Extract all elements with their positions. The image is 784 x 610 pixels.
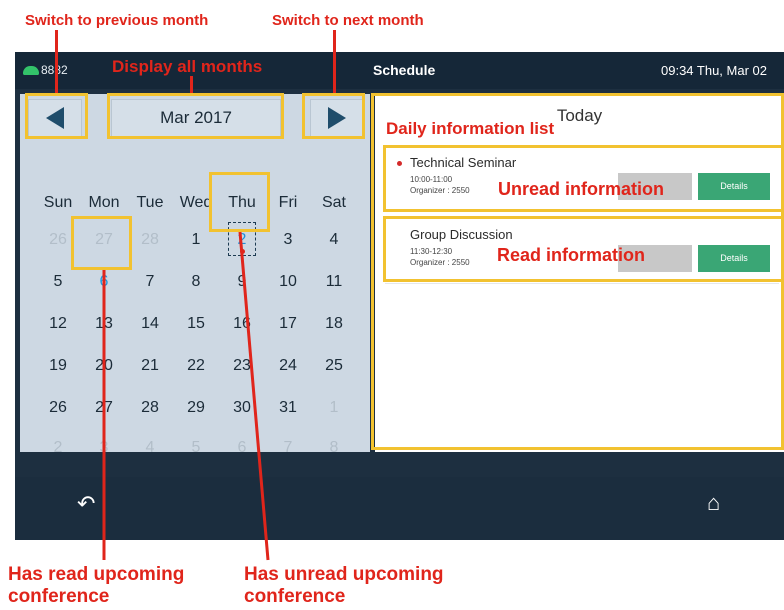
pointer-line-prev xyxy=(55,30,58,93)
weekday-label: Fri xyxy=(278,194,298,211)
calendar-day[interactable]: 30 xyxy=(222,395,262,421)
calendar-day[interactable]: 17 xyxy=(268,311,308,337)
annotation-has-read-line2: conference xyxy=(8,586,110,607)
phone-icon xyxy=(23,65,39,75)
calendar-day[interactable]: 23 xyxy=(222,353,262,379)
calendar-day[interactable]: 11 xyxy=(314,269,354,295)
calendar-day[interactable]: 21 xyxy=(130,353,170,379)
annotation-next-month: Switch to next month xyxy=(272,12,424,29)
status-extension: 8882 xyxy=(23,63,68,77)
annotation-has-unread: Has unread upcoming conference xyxy=(244,564,444,608)
calendar-day[interactable]: 1 xyxy=(314,395,354,421)
calendar-day[interactable]: 31 xyxy=(268,395,308,421)
back-arrow-icon[interactable]: ↶ xyxy=(77,491,95,517)
calendar-day[interactable]: 18 xyxy=(314,311,354,337)
calendar-day[interactable]: 24 xyxy=(268,353,308,379)
annotation-daily-list: Daily information list xyxy=(386,119,555,138)
calendar-day[interactable]: 13 xyxy=(84,311,124,337)
annotation-read-info: Read information xyxy=(497,245,646,265)
calendar-day[interactable]: 29 xyxy=(176,395,216,421)
annotation-has-unread-line2: conference xyxy=(244,586,346,607)
calendar-day[interactable]: 9 xyxy=(222,269,262,295)
status-time: 09:34 Thu, Mar 02 xyxy=(661,63,767,78)
calendar-day[interactable]: 14 xyxy=(130,311,170,337)
calendar-day[interactable]: 22 xyxy=(176,353,216,379)
annotation-prev-month: Switch to previous month xyxy=(25,12,209,29)
calendar-day[interactable]: 8 xyxy=(314,435,354,461)
calendar-day[interactable]: 4 xyxy=(130,435,170,461)
highlight-prev-button xyxy=(25,93,88,139)
calendar-day[interactable]: 28 xyxy=(130,227,170,253)
calendar-day[interactable]: 12 xyxy=(38,311,78,337)
calendar-day[interactable]: 2 xyxy=(38,435,78,461)
home-icon[interactable]: ⌂ xyxy=(707,490,720,516)
annotation-has-read: Has read upcoming conference xyxy=(8,564,184,608)
calendar-day[interactable]: 3 xyxy=(84,435,124,461)
calendar: Mar 2017 Sun Mon Tue Wed Thu Fri Sat 26 27 28 1 2 3… xyxy=(20,94,370,456)
annotation-display-all: Display all months xyxy=(112,57,263,76)
calendar-day[interactable]: 15 xyxy=(176,311,216,337)
unread-conference-dot xyxy=(240,249,245,254)
highlight-next-button xyxy=(302,93,365,139)
calendar-day[interactable]: 28 xyxy=(130,395,170,421)
weekday-label: Mon xyxy=(88,194,120,211)
highlight-month-selector xyxy=(107,93,284,139)
weekday-label: Sat xyxy=(321,194,346,211)
calendar-day[interactable]: 26 xyxy=(38,395,78,421)
calendar-day[interactable]: 8 xyxy=(176,269,216,295)
calendar-day[interactable]: 7 xyxy=(268,435,308,461)
screen-title: Schedule xyxy=(373,62,436,78)
highlight-read-day xyxy=(71,216,132,270)
calendar-day[interactable]: 7 xyxy=(130,269,170,295)
calendar-day[interactable]: 3 xyxy=(268,227,308,253)
bottom-bar: ↶ ⌂ xyxy=(15,477,784,540)
pointer-line-next xyxy=(333,30,336,93)
calendar-day[interactable]: 6 xyxy=(222,435,262,461)
calendar-day[interactable]: 5 xyxy=(38,269,78,295)
annotation-has-read-line1: Has read upcoming xyxy=(8,564,185,585)
weekday-label: Tue xyxy=(136,194,164,211)
weekday-label: Sun xyxy=(43,194,73,211)
pointer-line-months xyxy=(190,76,193,93)
calendar-day[interactable]: 27 xyxy=(84,395,124,421)
calendar-day[interactable]: 5 xyxy=(176,435,216,461)
calendar-day[interactable]: 10 xyxy=(268,269,308,295)
annotation-has-unread-line1: Has unread upcoming xyxy=(244,564,444,585)
calendar-day[interactable]: 20 xyxy=(84,353,124,379)
calendar-day[interactable]: 25 xyxy=(314,353,354,379)
calendar-day[interactable]: 19 xyxy=(38,353,78,379)
calendar-day[interactable]: 6 xyxy=(84,269,124,295)
annotation-unread-info: Unread information xyxy=(498,179,665,199)
highlight-unread-day xyxy=(209,172,270,232)
calendar-day[interactable]: 16 xyxy=(222,311,262,337)
calendar-day[interactable]: 4 xyxy=(314,227,354,253)
